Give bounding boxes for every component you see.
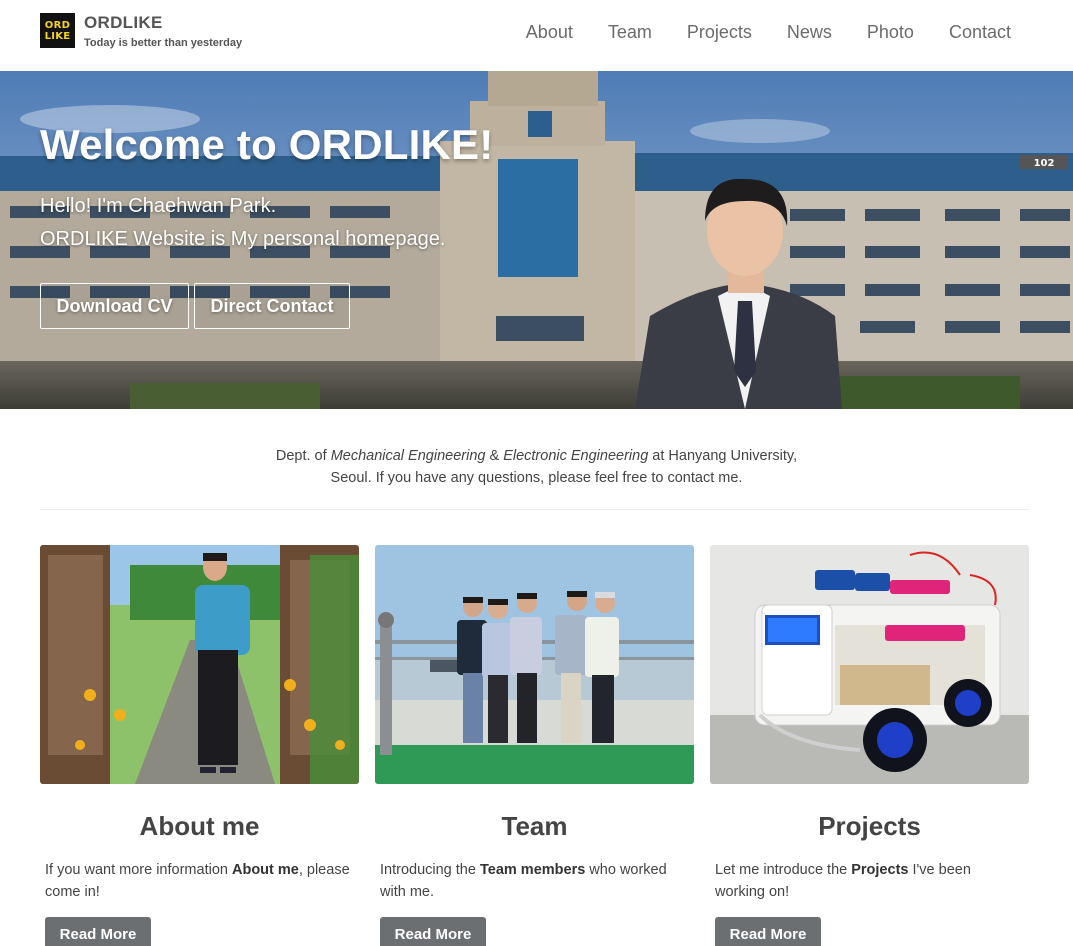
site-header: ORD LIKE ORDLIKE Today is better than ye… bbox=[0, 0, 1073, 71]
building-number-text: 102 bbox=[1034, 158, 1055, 169]
projects-card: Projects Let me introduce the Projects I… bbox=[710, 545, 1029, 946]
logo-text-line1: ORD bbox=[44, 19, 71, 31]
about-read-more-button[interactable]: Read More bbox=[45, 917, 151, 946]
hero-greeting: Hello! I'm Chaehwan Park. bbox=[40, 195, 277, 217]
team-card: Team Introducing the Team members who wo… bbox=[375, 545, 694, 946]
intro-field-mechanical: Mechanical Engineering bbox=[330, 448, 486, 464]
direct-contact-button[interactable]: Direct Contact bbox=[194, 283, 350, 329]
download-cv-button[interactable]: Download CV bbox=[40, 283, 189, 329]
intro-text: Dept. of Mechanical Engineering & Electr… bbox=[0, 445, 1073, 489]
section-divider bbox=[40, 509, 1029, 510]
projects-photo[interactable] bbox=[710, 545, 1029, 784]
about-photo[interactable] bbox=[40, 545, 359, 784]
team-text-pre: Introducing the bbox=[380, 862, 480, 878]
intro-field-electronic: Electronic Engineering bbox=[503, 448, 649, 464]
about-card-title: About me bbox=[139, 811, 260, 841]
projects-text-pre: Let me introduce the bbox=[715, 862, 852, 878]
intro-line-1: Dept. of Mechanical Engineering & Electr… bbox=[0, 445, 1073, 467]
hero-description: ORDLIKE Website is My personal homepage. bbox=[40, 228, 446, 250]
intro-suffix: at Hanyang University, bbox=[648, 448, 798, 464]
about-photo-image bbox=[40, 545, 359, 784]
projects-card-title: Projects bbox=[818, 811, 921, 841]
main-nav: About Team Projects News Photo Contact bbox=[491, 20, 1011, 44]
logo-icon[interactable]: ORD LIKE bbox=[40, 13, 75, 48]
about-card: About me If you want more information Ab… bbox=[40, 545, 359, 946]
nav-about[interactable]: About bbox=[526, 20, 573, 44]
about-card-text: If you want more information About me, p… bbox=[45, 859, 354, 903]
team-text-bold: Team members bbox=[479, 862, 586, 878]
nav-news[interactable]: News bbox=[787, 20, 832, 44]
projects-card-text: Let me introduce the Projects I've been … bbox=[715, 859, 1024, 903]
team-card-title: Team bbox=[501, 811, 568, 841]
intro-amp: & bbox=[485, 448, 504, 464]
logo-text-line2: LIKE bbox=[44, 30, 71, 42]
team-card-text: Introducing the Team members who worked … bbox=[380, 859, 689, 903]
nav-team[interactable]: Team bbox=[608, 20, 652, 44]
projects-text-bold: Projects bbox=[851, 862, 909, 878]
about-text-pre: If you want more information bbox=[45, 862, 232, 878]
nav-contact[interactable]: Contact bbox=[949, 20, 1011, 44]
hero-banner: 102 Welcome to ORDLIKE! Hello! I'm Chaeh… bbox=[0, 71, 1073, 409]
projects-read-more-button[interactable]: Read More bbox=[715, 917, 821, 946]
intro-prefix: Dept. of bbox=[275, 448, 331, 464]
nav-photo[interactable]: Photo bbox=[867, 20, 914, 44]
hero-title: Welcome to ORDLIKE! bbox=[40, 121, 494, 168]
brand-tagline: Today is better than yesterday bbox=[84, 37, 243, 49]
team-read-more-button[interactable]: Read More bbox=[380, 917, 486, 946]
team-photo-image bbox=[375, 545, 694, 784]
projects-photo-image bbox=[710, 545, 1029, 784]
about-text-bold: About me bbox=[231, 862, 299, 878]
intro-line-2: Seoul. If you have any questions, please… bbox=[330, 470, 743, 486]
team-photo[interactable] bbox=[375, 545, 694, 784]
nav-projects[interactable]: Projects bbox=[687, 20, 752, 44]
brand-name[interactable]: ORDLIKE bbox=[84, 13, 163, 33]
